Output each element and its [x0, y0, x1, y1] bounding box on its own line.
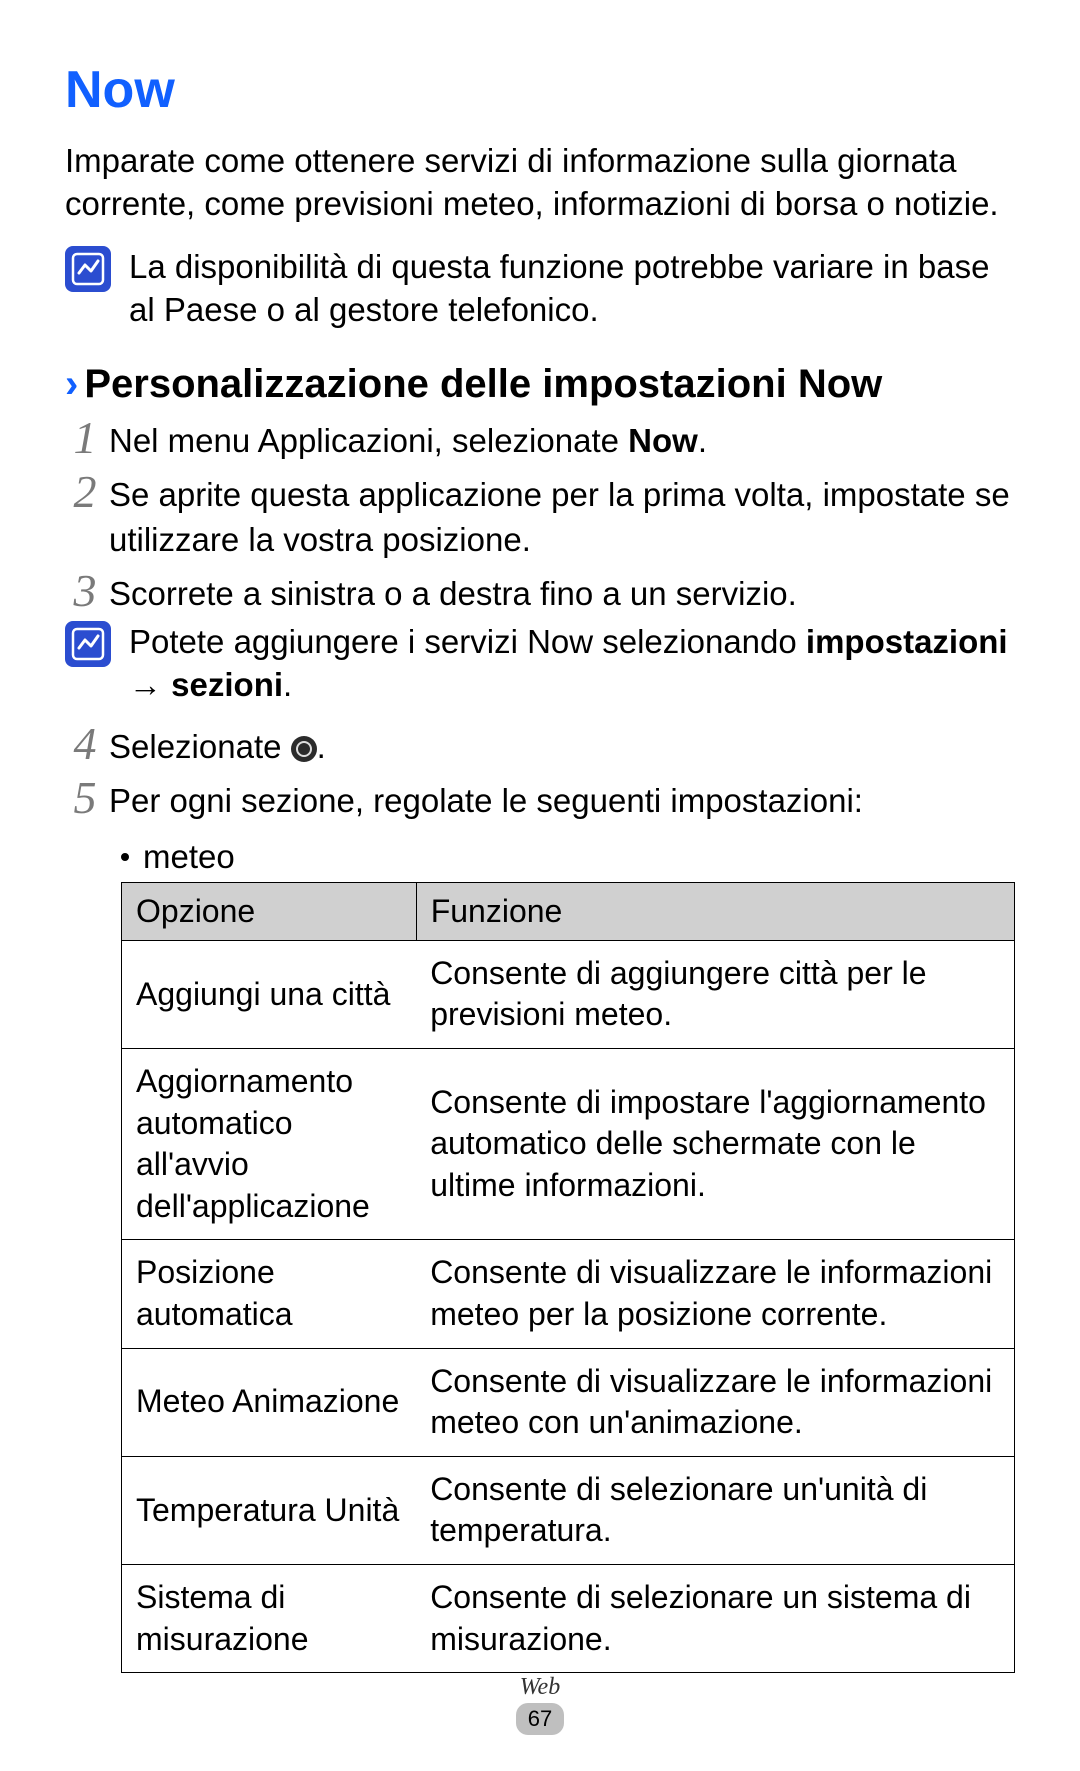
table-row: Temperatura Unità Consente di selezionar…	[122, 1456, 1015, 1564]
step-number: 2	[65, 467, 105, 518]
options-table: Opzione Funzione Aggiungi una città Cons…	[121, 882, 1015, 1673]
step-body: Se aprite questa applicazione per la pri…	[105, 467, 1015, 562]
step-3: 3 Scorrete a sinistra o a destra fino a …	[65, 566, 1015, 617]
step-body: Per ogni sezione, regolate le seguenti i…	[105, 773, 1015, 824]
step-5: 5 Per ogni sezione, regolate le seguenti…	[65, 773, 1015, 824]
step-body: Nel menu Applicazioni, selezionate Now.	[105, 413, 1015, 464]
note-text: La disponibilità di questa funzione potr…	[129, 246, 1015, 332]
bullet-dot-icon	[121, 853, 129, 861]
col-header-function: Funzione	[416, 882, 1014, 940]
step-text: Nel menu Applicazioni, selezionate	[109, 422, 628, 459]
cell-option: Aggiungi una città	[122, 940, 417, 1048]
table-row: Aggiungi una città Consente di aggiunger…	[122, 940, 1015, 1048]
step-4: 4 Selezionate .	[65, 719, 1015, 770]
cell-option: Temperatura Unità	[122, 1456, 417, 1564]
note-bold2: sezioni	[171, 666, 283, 703]
note-bold: impostazioni	[806, 623, 1008, 660]
manual-page: Now Imparate come ottenere servizi di in…	[0, 0, 1080, 1771]
step-body: Selezionate .	[105, 719, 1015, 770]
cell-function: Consente di visualizzare le informazioni…	[416, 1240, 1014, 1348]
note-text: Potete aggiungere i servizi Now selezion…	[129, 621, 1015, 707]
step-1: 1 Nel menu Applicazioni, selezionate Now…	[65, 413, 1015, 464]
table-row: Aggiornamento automatico all'avvio dell'…	[122, 1049, 1015, 1240]
section-intro: Imparate come ottenere servizi di inform…	[65, 140, 1015, 226]
step-text-post: .	[317, 728, 326, 765]
note-icon	[65, 621, 111, 667]
col-header-option: Opzione	[122, 882, 417, 940]
step-number: 3	[65, 566, 105, 617]
footer-page: 67	[0, 1703, 1080, 1735]
cell-option: Meteo Animazione	[122, 1348, 417, 1456]
step-number: 1	[65, 413, 105, 464]
table-row: Meteo Animazione Consente di visualizzar…	[122, 1348, 1015, 1456]
table-header-row: Opzione Funzione	[122, 882, 1015, 940]
note-pre: Potete aggiungere i servizi Now selezion…	[129, 623, 806, 660]
cell-function: Consente di selezionare un'unità di temp…	[416, 1456, 1014, 1564]
step-bold: Now	[628, 422, 698, 459]
step-2: 2 Se aprite questa applicazione per la p…	[65, 467, 1015, 562]
cell-option: Posizione automatica	[122, 1240, 417, 1348]
step-number: 4	[65, 719, 105, 770]
table-row: Sistema di misurazione Consente di selez…	[122, 1564, 1015, 1672]
step-body: Scorrete a sinistra o a destra fino a un…	[105, 566, 1015, 617]
note-block: La disponibilità di questa funzione potr…	[65, 246, 1015, 332]
page-footer: Web 67	[0, 1674, 1080, 1735]
section-title: Now	[65, 60, 1015, 120]
step-number: 5	[65, 773, 105, 824]
note-arrow: →	[129, 666, 171, 703]
note-icon	[65, 246, 111, 292]
cell-function: Consente di visualizzare le informazioni…	[416, 1348, 1014, 1456]
table-row: Posizione automatica Consente di visuali…	[122, 1240, 1015, 1348]
cell-option: Aggiornamento automatico all'avvio dell'…	[122, 1049, 417, 1240]
cell-function: Consente di aggiungere città per le prev…	[416, 940, 1014, 1048]
footer-category: Web	[0, 1674, 1080, 1701]
note-post: .	[283, 666, 292, 703]
step-text: Selezionate	[109, 728, 291, 765]
bullet-label: meteo	[143, 838, 235, 876]
cell-function: Consente di impostare l'aggiornamento au…	[416, 1049, 1014, 1240]
bullet-item: meteo	[121, 838, 1015, 876]
subheading-title: Personalizzazione delle impostazioni Now	[84, 362, 882, 407]
subheading: › Personalizzazione delle impostazioni N…	[65, 362, 1015, 407]
note-block: Potete aggiungere i servizi Now selezion…	[65, 621, 1015, 707]
page-number-badge: 67	[516, 1703, 564, 1735]
step-text-post: .	[698, 422, 707, 459]
subheading-caret-icon: ›	[65, 362, 78, 407]
cell-function: Consente di selezionare un sistema di mi…	[416, 1564, 1014, 1672]
settings-gear-icon	[291, 736, 317, 762]
cell-option: Sistema di misurazione	[122, 1564, 417, 1672]
